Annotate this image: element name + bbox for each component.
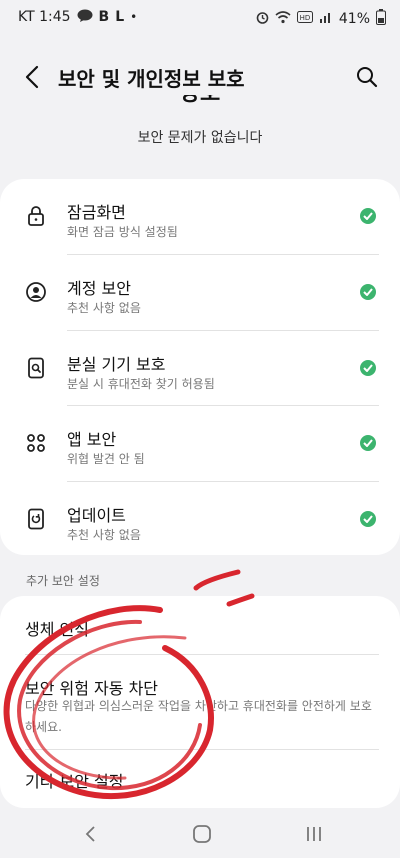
search-icon xyxy=(357,67,378,88)
back-button[interactable] xyxy=(20,64,46,90)
list-item-subtitle: 화면 잠금 방식 설정됨 xyxy=(67,225,178,239)
check-icon xyxy=(360,360,376,376)
list-item-lost-device[interactable]: 분실 기기 보호 분실 시 휴대전화 찾기 허용됨 xyxy=(0,331,400,406)
chevron-left-icon xyxy=(25,65,39,89)
list-item-app-security[interactable]: 앱 보안 위협 발견 안 됨 xyxy=(0,406,400,481)
b-icon: B xyxy=(98,9,110,25)
nav-home-button[interactable] xyxy=(190,822,214,846)
home-icon xyxy=(193,825,211,843)
list-item-other-security[interactable]: 기타 보안 설정 xyxy=(0,750,400,808)
section-label: 추가 보안 설정 xyxy=(26,574,100,588)
list-item-account-security[interactable]: 계정 보안 추천 사항 없음 xyxy=(0,255,400,330)
carrier-time: KT 1:45 xyxy=(18,9,71,25)
list-item-description: 다양한 위협과 의심스러운 작업을 차단하고 휴대전화를 안전하게 보호하세요. xyxy=(25,699,372,734)
signal-icon xyxy=(319,11,333,27)
list-item-subtitle: 추천 사항 없음 xyxy=(67,528,141,542)
list-item-title: 업데이트 xyxy=(67,506,126,525)
summary-message: 보안 문제가 없습니다 xyxy=(137,130,263,146)
dot-icon: • xyxy=(130,10,138,24)
search-button[interactable] xyxy=(354,64,380,90)
check-icon xyxy=(360,208,376,224)
battery-percent: 41% xyxy=(338,11,370,27)
list-item-biometrics[interactable]: 생체 인식 xyxy=(0,596,400,654)
hd-icon: HD xyxy=(296,11,313,27)
summary-heading: 양호 xyxy=(0,95,400,109)
list-item-title: 기타 보안 설정 xyxy=(25,772,124,791)
check-icon xyxy=(360,511,376,527)
list-item-title: 계정 보안 xyxy=(67,279,131,298)
additional-settings-card: 생체 인식 보안 위험 자동 차단 다양한 위협과 의심스러운 작업을 차단하고… xyxy=(0,596,400,808)
l-icon: L xyxy=(115,9,125,25)
navigation-bar xyxy=(0,808,400,858)
summary-heading-text: 양호 xyxy=(180,95,220,106)
list-item-title: 분실 기기 보호 xyxy=(67,355,166,374)
status-bar: KT 1:45 B L • HD 41% xyxy=(0,0,400,34)
list-item-title: 잠금화면 xyxy=(67,203,126,222)
status-right: HD 41% xyxy=(256,9,386,29)
list-item-update[interactable]: 업데이트 추천 사항 없음 xyxy=(0,482,400,555)
list-item-subtitle: 위협 발견 안 됨 xyxy=(67,452,145,466)
wifi-icon xyxy=(275,10,291,28)
lock-icon xyxy=(28,206,44,226)
battery-icon xyxy=(376,9,386,29)
page-title: 보안 및 개인정보 보호 xyxy=(58,67,245,91)
find-device-icon xyxy=(28,357,44,379)
status-left: KT 1:45 B L • xyxy=(18,9,137,25)
check-icon xyxy=(360,284,376,300)
apps-icon xyxy=(27,434,45,452)
svg-text:HD: HD xyxy=(300,14,311,22)
app-bar: 보안 및 개인정보 보호 xyxy=(0,56,400,100)
list-item-lock-screen[interactable]: 잠금화면 화면 잠금 방식 설정됨 xyxy=(0,179,400,254)
list-item-auto-blocker[interactable]: 보안 위험 자동 차단 다양한 위협과 의심스러운 작업을 차단하고 휴대전화를… xyxy=(0,655,400,749)
alarm-icon xyxy=(256,11,269,28)
list-item-subtitle: 분실 시 휴대전화 찾기 허용됨 xyxy=(67,377,215,391)
recent-apps-icon xyxy=(307,827,321,841)
nav-back-button[interactable] xyxy=(79,822,103,846)
account-icon xyxy=(26,282,46,302)
update-icon xyxy=(28,508,44,530)
check-icon xyxy=(360,435,376,451)
list-item-title: 앱 보안 xyxy=(67,430,117,449)
list-item-subtitle: 추천 사항 없음 xyxy=(67,301,141,315)
nav-recents-button[interactable] xyxy=(302,822,326,846)
back-icon xyxy=(85,826,95,842)
security-items-card: 잠금화면 화면 잠금 방식 설정됨 계정 보안 추천 사항 없음 분실 기기 보… xyxy=(0,179,400,555)
talk-icon xyxy=(77,9,93,25)
list-item-title: 생체 인식 xyxy=(25,620,89,639)
